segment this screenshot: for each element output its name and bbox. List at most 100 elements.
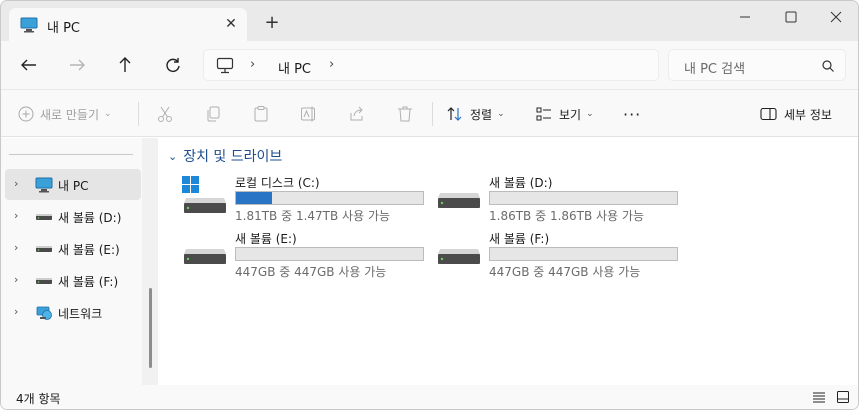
scrollbar-thumb[interactable]: [149, 288, 152, 368]
chevron-down-icon: ⌄: [497, 109, 505, 119]
forward-arrow-icon[interactable]: [63, 53, 91, 77]
drive-name: 새 볼륨 (D:): [489, 176, 553, 190]
drive-name: 새 볼륨 (F:): [489, 232, 550, 246]
chevron-right-icon[interactable]: ›: [14, 241, 18, 254]
more-icon: ···: [623, 104, 642, 124]
tab-title: 내 PC: [47, 21, 81, 36]
drive-name: 새 볼륨 (E:): [235, 232, 297, 246]
divider: [9, 154, 133, 155]
sidebar-item-this-pc[interactable]: › 내 PC: [5, 169, 141, 200]
chevron-down-icon: ⌄: [586, 109, 594, 119]
details-label: 세부 정보: [784, 107, 832, 122]
drive-item-f[interactable]: 새 볼륨 (F:) 447GB 중 447GB 사용 가능: [436, 230, 686, 282]
drive-item-d[interactable]: 새 볼륨 (D:) 1.86TB 중 1.86TB 사용 가능: [436, 174, 686, 226]
pc-outline-icon: [216, 57, 234, 74]
chevron-right-icon[interactable]: ›: [14, 273, 18, 286]
drive-item-c[interactable]: 로컬 디스크 (C:) 1.81TB 중 1.47TB 사용 가능: [182, 174, 432, 226]
drive-icon: [36, 246, 52, 252]
drive-usage-bar: [489, 247, 678, 261]
view-list-icon: [536, 107, 551, 121]
minimize-icon[interactable]: [722, 1, 768, 33]
sidebar-item-label: 새 볼륨 (F:): [58, 275, 119, 289]
sidebar-item-volume-e[interactable]: › 새 볼륨 (E:): [5, 233, 141, 264]
sidebar-item-label: 네트워크: [58, 307, 103, 321]
up-arrow-icon[interactable]: [111, 53, 139, 77]
sort-label: 정렬: [470, 107, 493, 122]
tiles-view-icon[interactable]: [835, 389, 851, 405]
cut-icon[interactable]: [156, 105, 174, 123]
details-pane-button[interactable]: 세부 정보: [760, 90, 832, 138]
new-button[interactable]: 새로 만들기 ⌄: [18, 90, 112, 138]
sort-icon: [447, 107, 462, 121]
chevron-right-icon[interactable]: ›: [14, 209, 18, 222]
divider: [138, 102, 139, 126]
new-tab-button[interactable]: +: [262, 13, 282, 33]
file-explorer-window: 내 PC ✕ + › 내 PC › 내 PC 검색 새로 만들기 ⌄ 정렬 ⌄ …: [0, 0, 859, 410]
pc-icon: [35, 177, 53, 193]
status-bar: 4개 항목: [1, 385, 858, 409]
drive-usage-bar: [235, 191, 424, 205]
drive-free-space: 1.81TB 중 1.47TB 사용 가능: [235, 209, 391, 223]
windows-drive-icon: [182, 176, 226, 213]
rename-icon[interactable]: [300, 105, 318, 123]
view-button[interactable]: 보기 ⌄: [536, 90, 594, 138]
drive-free-space: 447GB 중 447GB 사용 가능: [489, 265, 641, 279]
view-label: 보기: [559, 107, 582, 122]
sidebar-item-volume-d[interactable]: › 새 볼륨 (D:): [5, 201, 141, 232]
breadcrumb-chevron-icon[interactable]: ›: [250, 57, 255, 72]
drive-free-space: 447GB 중 447GB 사용 가능: [235, 265, 387, 279]
sidebar-item-network[interactable]: › 네트워크: [5, 297, 141, 328]
drive-icon: [438, 249, 480, 264]
maximize-icon[interactable]: [768, 1, 814, 33]
drive-usage-bar: [235, 247, 424, 261]
chevron-down-icon: ⌄: [104, 109, 112, 119]
item-count: 4개 항목: [16, 392, 61, 406]
plus-circle-icon: [18, 106, 34, 122]
tab-this-pc[interactable]: 내 PC ✕: [9, 8, 247, 41]
title-bar: 내 PC ✕ +: [1, 1, 858, 41]
divider: [432, 102, 433, 126]
drive-free-space: 1.86TB 중 1.86TB 사용 가능: [489, 209, 645, 223]
drive-icon: [36, 214, 52, 220]
group-title: 장치 및 드라이브: [183, 149, 283, 165]
search-input[interactable]: 내 PC 검색: [668, 49, 846, 81]
close-window-icon[interactable]: [813, 1, 859, 33]
chevron-down-icon[interactable]: ⌄: [168, 150, 177, 163]
details-view-icon[interactable]: [811, 389, 827, 405]
drive-usage-fill: [236, 192, 272, 204]
sidebar-item-label: 새 볼륨 (E:): [58, 243, 120, 257]
group-header-devices[interactable]: ⌄ 장치 및 드라이브: [168, 146, 282, 166]
search-placeholder: 내 PC 검색: [684, 62, 746, 77]
sidebar-item-volume-f[interactable]: › 새 볼륨 (F:): [5, 265, 141, 296]
drive-icon: [36, 278, 52, 284]
breadcrumb-chevron-icon[interactable]: ›: [329, 57, 334, 72]
drive-icon: [438, 193, 480, 208]
network-icon: [36, 306, 52, 320]
details-pane-icon: [760, 107, 777, 121]
share-icon[interactable]: [348, 105, 366, 123]
sort-button[interactable]: 정렬 ⌄: [447, 90, 505, 138]
search-icon[interactable]: [821, 59, 835, 73]
drive-item-e[interactable]: 새 볼륨 (E:) 447GB 중 447GB 사용 가능: [182, 230, 432, 282]
drive-icon: [184, 249, 226, 264]
pc-icon: [20, 17, 38, 33]
chevron-right-icon[interactable]: ›: [14, 305, 18, 318]
breadcrumb-this-pc[interactable]: 내 PC: [278, 58, 311, 77]
sidebar-item-label: 새 볼륨 (D:): [58, 211, 122, 225]
command-bar: 새로 만들기 ⌄ 정렬 ⌄ 보기 ⌄ ··· 세부 정보: [1, 89, 858, 137]
back-arrow-icon[interactable]: [15, 53, 43, 77]
more-options-button[interactable]: ···: [623, 90, 641, 138]
chevron-right-icon[interactable]: ›: [14, 177, 18, 190]
paste-icon[interactable]: [252, 105, 270, 123]
refresh-icon[interactable]: [159, 53, 187, 77]
new-button-label: 새로 만들기: [40, 107, 100, 122]
drive-name: 로컬 디스크 (C:): [235, 176, 320, 190]
copy-icon[interactable]: [204, 105, 222, 123]
navigation-pane: › 내 PC › 새 볼륨 (D:) › 새 볼륨 (E:) › 새 볼륨 (F…: [1, 138, 158, 385]
file-list-pane: ⌄ 장치 및 드라이브 로컬 디스크 (C:) 1.81TB 중 1.47TB …: [158, 138, 858, 385]
trash-icon[interactable]: [396, 105, 414, 123]
address-bar[interactable]: › 내 PC ›: [203, 49, 659, 81]
sidebar-scrollbar[interactable]: [142, 138, 158, 385]
close-tab-icon[interactable]: ✕: [221, 14, 241, 34]
sidebar-item-label: 내 PC: [58, 179, 89, 193]
